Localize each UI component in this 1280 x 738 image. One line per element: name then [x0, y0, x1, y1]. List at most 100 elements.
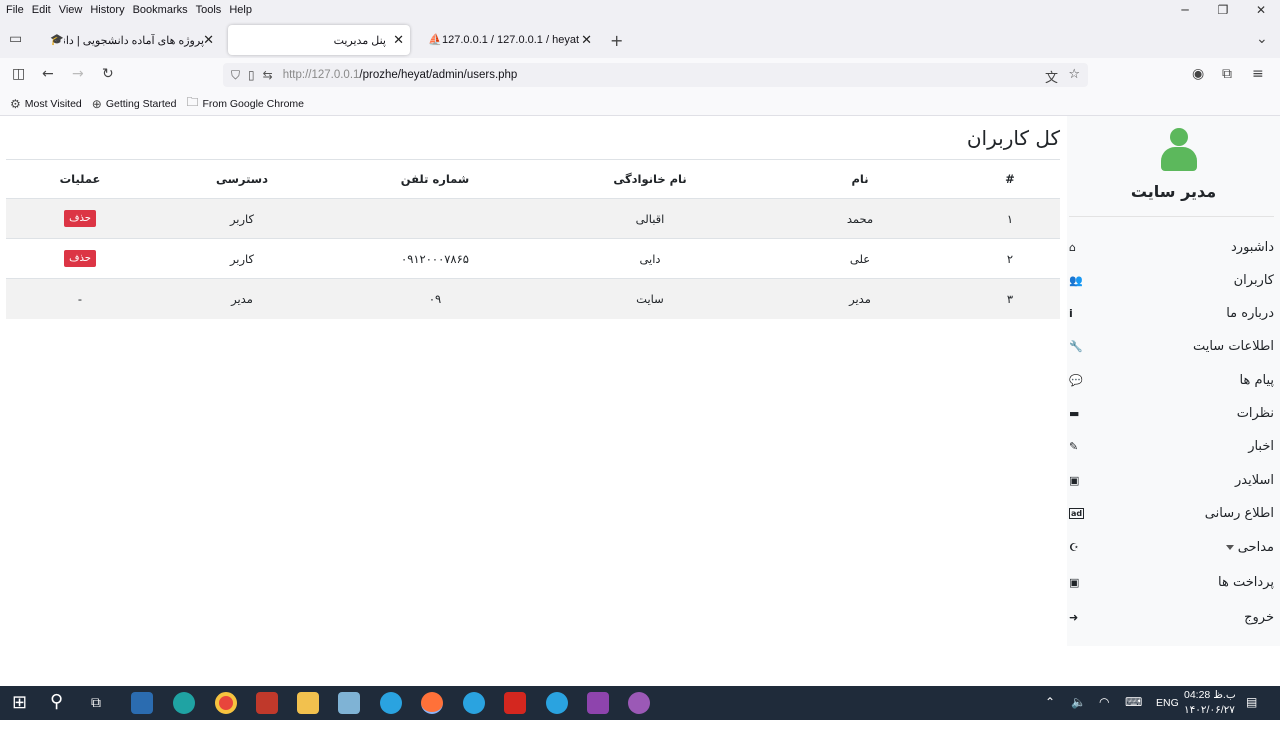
windows-start-icon[interactable]: ⊞	[12, 692, 27, 726]
reload-icon[interactable]: ↻	[102, 66, 114, 82]
menu-tools[interactable]: Tools	[196, 4, 222, 16]
telegram-icon[interactable]	[546, 692, 568, 714]
tray-chevron-icon[interactable]: ⌃	[1045, 695, 1055, 729]
notifications-icon[interactable]: ▤	[1246, 695, 1257, 729]
hamburger-menu-icon[interactable]: ≡	[1252, 66, 1264, 82]
tab-overview-icon[interactable]: ▭	[9, 31, 22, 47]
sidebar-divider	[1069, 216, 1274, 217]
extensions-icon[interactable]: ⧉	[1222, 66, 1232, 82]
tab-phpmyadmin[interactable]: ⛵ 127.0.0.1 / 127.0.0.1 / heyat / us ✕	[416, 25, 598, 55]
address-bar[interactable]: ⛉ ▯ ⇆ http://127.0.0.1/prozhe/heyat/admi…	[223, 63, 1088, 87]
col-header-number: #	[960, 159, 1060, 199]
sidebar-item-label: درباره ما	[1226, 305, 1274, 321]
cell-phone	[330, 198, 540, 239]
permissions-icon[interactable]: ⇆	[263, 68, 273, 82]
menu-edit[interactable]: Edit	[32, 4, 51, 16]
account-icon[interactable]: ◉	[1192, 66, 1204, 82]
file-explorer-icon[interactable]	[297, 692, 319, 714]
delete-button[interactable]: حذف	[64, 210, 96, 227]
tab-projects[interactable]: 🎓 پروژه های آماده دانشجویی | دانلو ✕	[38, 25, 220, 55]
dropdown-caret-icon	[1225, 544, 1234, 550]
moon-icon: ☪	[1069, 540, 1079, 554]
telegram-icon[interactable]	[463, 692, 485, 714]
task-view-icon[interactable]: ⧉	[91, 694, 101, 728]
menu-bookmarks[interactable]: Bookmarks	[133, 4, 188, 16]
page-icon: ▯	[248, 68, 255, 82]
sidebar-item-slider[interactable]: اسلایدر ▣	[1069, 467, 1274, 493]
sidebar-item-logout[interactable]: خروج ➜	[1069, 604, 1274, 630]
tab-bar: ▭ 🎓 پروژه های آماده دانشجویی | دانلو ✕ پ…	[0, 20, 1280, 58]
app-purple-icon[interactable]	[628, 692, 650, 714]
cell-number: ۳	[960, 278, 1060, 319]
sidebar-item-site-info[interactable]: اطلاعات سایت 🔧	[1069, 333, 1274, 359]
close-window-icon[interactable]: ✕	[1242, 0, 1280, 20]
col-header-access: دسترسی	[154, 159, 330, 199]
sidebar-item-comments[interactable]: نظرات ▬	[1069, 400, 1274, 426]
language-indicator[interactable]: ENG	[1156, 697, 1179, 731]
maximize-icon[interactable]: ❐	[1204, 0, 1242, 20]
clock-date[interactable]: ۱۴۰۲/۰۶/۲۷	[1184, 704, 1235, 738]
close-tab-icon[interactable]: ✕	[393, 32, 404, 48]
notepad-icon[interactable]	[338, 692, 360, 714]
sidebar-item-users[interactable]: کاربران 👥	[1069, 267, 1274, 293]
wifi-icon[interactable]: ◠	[1099, 695, 1109, 729]
sidebar-item-label-text: مداحی	[1237, 539, 1274, 555]
list-tabs-chevron-icon[interactable]: ⌄	[1256, 31, 1268, 47]
shield-icon[interactable]: ⛉	[231, 68, 240, 83]
bookmark-folder-chrome[interactable]: 🗀 From Google Chrome	[186, 93, 304, 114]
url-text[interactable]: http://127.0.0.1/prozhe/heyat/admin/user…	[283, 69, 518, 81]
acrobat-icon[interactable]	[504, 692, 526, 714]
forward-arrow-icon[interactable]: →	[72, 66, 84, 82]
telegram-icon[interactable]	[380, 692, 402, 714]
sidebar-item-label: نظرات	[1236, 405, 1274, 421]
bookmark-star-icon[interactable]: ☆	[1068, 67, 1080, 82]
image-icon: ▣	[1069, 575, 1080, 589]
tab-admin-panel[interactable]: پنل مدیریت ✕	[228, 25, 410, 55]
sidebar-item-label: پیام ها	[1239, 372, 1275, 388]
volume-icon[interactable]: 🔈	[1071, 695, 1086, 729]
minimize-icon[interactable]: ─	[1166, 0, 1204, 20]
sidebar-item-about[interactable]: درباره ما i	[1069, 300, 1274, 326]
sidebar-item-label: مداحی	[1225, 539, 1274, 555]
menu-history[interactable]: History	[90, 4, 124, 16]
translate-icon[interactable]: 文	[1045, 67, 1058, 86]
sidebar-item-dashboard[interactable]: داشبورد ⌂	[1069, 234, 1274, 260]
sidebar-item-eulogies[interactable]: مداحی ☪	[1069, 534, 1274, 560]
window-controls: ─ ❐ ✕	[1166, 0, 1280, 20]
bookmark-most-visited[interactable]: ⚙ Most Visited	[10, 97, 82, 111]
delete-button[interactable]: حذف	[64, 250, 96, 267]
sidebar-item-news[interactable]: اخبار ✎	[1069, 433, 1274, 459]
store-icon[interactable]	[131, 692, 153, 714]
sidebar-item-announcements[interactable]: اطلاع رسانی ad	[1069, 500, 1274, 526]
table-row: ۲ علی دایی ۰۹۱۲۰۰۰۷۸۶۵ کاربر حذف	[6, 238, 1060, 279]
cell-access: کاربر	[154, 238, 330, 279]
bookmarks-bar: ⚙ Most Visited ⊕ Getting Started 🗀 From …	[0, 92, 1280, 116]
close-tab-icon[interactable]: ✕	[203, 32, 214, 48]
menu-help[interactable]: Help	[229, 4, 252, 16]
cell-first-name: مدیر	[760, 278, 960, 319]
new-tab-icon[interactable]: +	[610, 31, 623, 50]
back-arrow-icon[interactable]: ←	[42, 66, 54, 82]
bookmark-getting-started[interactable]: ⊕ Getting Started	[92, 97, 177, 111]
globe-icon: ⊕	[91, 96, 102, 111]
tab-title: پنل مدیریت	[333, 34, 386, 47]
col-header-last-name: نام خانوادگی	[540, 159, 760, 199]
sidebar-item-payments[interactable]: پرداخت ها ▣	[1069, 569, 1274, 595]
sidebar-toggle-icon[interactable]: ◫	[12, 66, 25, 82]
firefox-icon[interactable]	[421, 692, 443, 714]
ad-icon: ad	[1069, 507, 1085, 519]
chrome-icon[interactable]	[215, 692, 237, 714]
close-tab-icon[interactable]: ✕	[581, 32, 592, 48]
keyboard-icon[interactable]: ⌨	[1125, 695, 1142, 729]
sidebar-item-messages[interactable]: پیام ها 💬	[1069, 367, 1274, 393]
col-header-actions: عملیات	[6, 159, 154, 199]
menu-file[interactable]: File	[6, 4, 24, 16]
menu-view[interactable]: View	[59, 4, 83, 16]
app-red-icon[interactable]	[256, 692, 278, 714]
phpstorm-icon[interactable]	[587, 692, 609, 714]
edit-icon: ✎	[1069, 439, 1079, 453]
phpmyadmin-icon: ⛵	[428, 34, 442, 46]
tab-title: پروژه های آماده دانشجویی | دانلو	[64, 34, 204, 47]
edge-icon[interactable]	[173, 692, 195, 714]
cell-number: ۲	[960, 238, 1060, 279]
